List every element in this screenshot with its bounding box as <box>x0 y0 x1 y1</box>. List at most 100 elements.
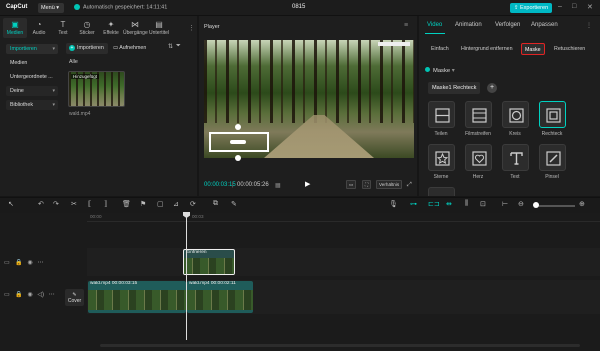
zoom-out-icon[interactable]: ⊖ <box>518 200 524 208</box>
split-icon[interactable]: ✂ <box>71 200 77 208</box>
tab-animation[interactable]: Animation <box>455 22 482 28</box>
subtab-maske[interactable]: Maske <box>521 43 545 55</box>
microphone-icon[interactable]: 🎙 <box>389 200 398 208</box>
link-clips-icon[interactable]: ⊶ <box>410 200 417 208</box>
tab-label: Untertitel <box>148 30 169 36</box>
tab-audio[interactable]: ◔ Audio <box>27 18 51 38</box>
mask-pinsel[interactable] <box>539 144 566 171</box>
import-button[interactable]: + Importieren <box>66 43 108 54</box>
expand-icon[interactable]: ⤢ <box>407 182 412 189</box>
mask-text[interactable] <box>502 144 529 171</box>
preview-axis-icon[interactable]: ⇹ <box>446 200 452 208</box>
ai-edit-icon[interactable]: ✎ <box>231 200 237 208</box>
mirror-icon[interactable]: ⊿ <box>173 200 179 208</box>
marker-icon[interactable]: ⚑ <box>140 200 146 208</box>
sidebar-item-untergeordnete[interactable]: Untergeordnete ... <box>6 72 58 82</box>
tab-anpassen[interactable]: Anpassen <box>531 22 558 28</box>
zoom-slider-knob[interactable] <box>533 202 539 208</box>
overlay-track[interactable] <box>87 248 600 276</box>
subtab-retuschieren[interactable]: Retuschieren <box>551 43 588 55</box>
magnet-icon[interactable]: ⊏⊐ <box>428 200 440 208</box>
toggle-icon[interactable] <box>425 67 430 72</box>
tab-text[interactable]: T Text <box>51 18 75 38</box>
chevron-down-icon: ▾ <box>52 88 55 94</box>
video-clip[interactable]: wald.mp4 00:00:03:15 <box>88 281 186 313</box>
menu-button[interactable]: Menü ▾ <box>38 3 64 13</box>
track-more-icon[interactable]: ⋯ <box>37 260 43 266</box>
freeze-clip[interactable]: Einfrieren <box>183 249 235 275</box>
mask-resize-handle[interactable] <box>230 140 246 144</box>
zoom-in-icon[interactable]: ⊕ <box>579 200 585 208</box>
mask-rechteck[interactable] <box>539 101 566 128</box>
fit-icon[interactable]: ⊢ <box>502 200 508 208</box>
sidebar-item-deine[interactable]: Deine ▾ <box>6 86 58 96</box>
eye-icon[interactable]: ◉ <box>28 292 33 298</box>
split-right-icon[interactable]: ⟧ <box>104 200 107 208</box>
sidebar-item-medien[interactable]: Medien <box>6 58 58 68</box>
snapshot-icon[interactable]: ⊡ <box>480 200 486 208</box>
tab-video[interactable]: Video <box>427 22 442 28</box>
record-button[interactable]: ▭ Aufnehmen <box>113 43 146 54</box>
subtab-hintergrund[interactable]: Hintergrund entfernen <box>458 43 516 55</box>
mask-filmstreifen[interactable] <box>465 101 492 128</box>
mask-kreis[interactable] <box>502 101 529 128</box>
tab-sticker[interactable]: ◷ Sticker <box>75 18 99 38</box>
playhead[interactable] <box>186 212 187 340</box>
video-clip[interactable]: wald.mp4 00:00:02:11 <box>187 281 253 313</box>
tab-medien[interactable]: ▣ Medien <box>3 18 27 38</box>
redo-icon[interactable]: ↷ <box>53 200 59 208</box>
undo-icon[interactable]: ↶ <box>38 200 44 208</box>
eye-icon[interactable]: ◉ <box>28 260 33 266</box>
split-left-icon[interactable]: ⟦ <box>88 200 91 208</box>
tab-verfolgen[interactable]: Verfolgen <box>495 22 520 28</box>
track-more-icon[interactable]: ⋯ <box>49 292 55 298</box>
rotate-icon[interactable]: ⟳ <box>190 200 196 208</box>
crop-icon[interactable]: ⧉ <box>213 200 218 208</box>
freeze-icon[interactable]: ▢ <box>157 200 164 208</box>
mask-teilen[interactable] <box>428 101 455 128</box>
subtab-einfach[interactable]: Einfach <box>428 43 452 55</box>
speaker-icon[interactable]: ◁) <box>37 292 44 298</box>
play-button[interactable]: ▶ <box>305 180 310 188</box>
time-ruler[interactable] <box>87 213 600 222</box>
mask-rotate-handle[interactable] <box>235 124 241 130</box>
export-button[interactable]: ⇪ Exportieren <box>510 3 552 13</box>
tab-uebergaenge[interactable]: ⋈ Übergänge <box>123 18 148 38</box>
more-tabs-icon[interactable]: ⋮ <box>188 24 195 32</box>
clip-filmstrip <box>187 290 253 310</box>
brush-mask-icon <box>546 151 561 166</box>
video-banner <box>378 42 410 46</box>
mask-feather-handle[interactable] <box>235 155 241 161</box>
quality-button[interactable]: ▭ <box>346 180 357 189</box>
zoom-slider[interactable] <box>535 205 575 207</box>
mask-sterne[interactable] <box>428 144 455 171</box>
track-toggle-icon[interactable]: ▭ <box>4 260 10 266</box>
minimize-icon[interactable]: – <box>558 3 562 10</box>
tab-effekte[interactable]: ✦ Effekte <box>99 18 123 38</box>
cover-button[interactable]: ✎ Cover <box>65 289 84 306</box>
mask-herz[interactable] <box>465 144 492 171</box>
align-icon[interactable]: ⫼ <box>465 200 468 208</box>
fullscreen-crop-icon[interactable]: ⛶ <box>362 180 372 189</box>
sidebar-item-bibliothek[interactable]: Bibliothek ▾ <box>6 100 58 110</box>
sort-icon[interactable]: ⇅ <box>168 43 173 50</box>
lock-icon[interactable]: 🔒 <box>15 292 22 298</box>
sidebar-item-importieren[interactable]: Importieren ▾ <box>6 44 58 54</box>
tab-untertitel[interactable]: ▤ Untertitel <box>147 18 171 38</box>
panel-more-icon[interactable]: ⋮ <box>586 22 592 29</box>
add-mask-button[interactable]: + <box>487 83 497 93</box>
media-thumbnail[interactable]: Hinzugefügt <box>68 71 125 107</box>
lock-icon[interactable]: 🔒 <box>15 260 22 266</box>
timeline-scrollbar[interactable] <box>100 344 580 347</box>
grid-icon[interactable]: ▦ <box>275 182 281 189</box>
track-toggle-icon[interactable]: ▭ <box>4 292 10 298</box>
ratio-button[interactable]: Verhältnis <box>376 180 403 189</box>
mask-name-chip[interactable]: Maske1 Rechteck <box>428 82 481 94</box>
player-menu-icon[interactable]: ≡ <box>404 22 408 29</box>
delete-icon[interactable]: 🗑 <box>122 200 131 208</box>
close-icon[interactable]: ✕ <box>587 3 593 11</box>
maximize-icon[interactable]: □ <box>572 3 576 10</box>
select-tool-icon[interactable]: ↖ <box>8 200 14 208</box>
mask-more[interactable] <box>428 187 455 196</box>
filter-icon[interactable]: ⏷ <box>176 43 181 50</box>
